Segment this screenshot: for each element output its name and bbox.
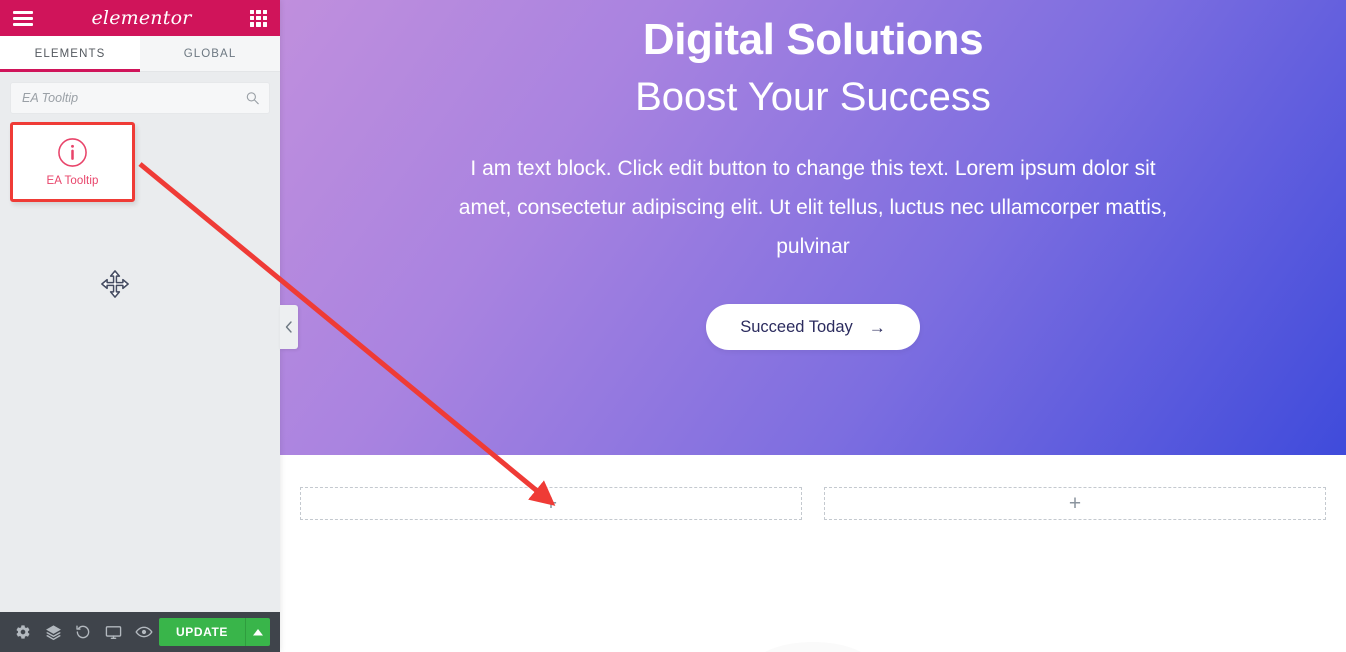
hero-subtitle: Boost Your Success <box>635 74 991 119</box>
succeed-today-button[interactable]: Succeed Today → <box>706 304 920 351</box>
panel-header: elementor <box>0 0 280 36</box>
search-input[interactable] <box>11 91 269 105</box>
plus-icon: + <box>544 492 558 515</box>
widget-list: EA Tooltip <box>0 122 280 612</box>
caret-up-icon[interactable] <box>245 618 270 646</box>
hero-text-block: I am text block. Click edit button to ch… <box>458 156 1168 258</box>
apps-grid-icon[interactable] <box>250 9 267 27</box>
hamburger-menu-icon[interactable] <box>13 10 33 26</box>
settings-gear-icon[interactable] <box>8 612 38 652</box>
widget-label: EA Tooltip <box>46 175 99 187</box>
tab-elements[interactable]: ELEMENTS <box>0 36 140 72</box>
hero-title: Digital Solutions <box>642 15 984 64</box>
hero-section[interactable]: Digital Solutions Boost Your Success I a… <box>280 0 1346 455</box>
elementor-logo: elementor <box>91 7 192 29</box>
plus-icon: + <box>1068 492 1082 515</box>
arrow-right-icon: → <box>868 317 886 337</box>
chevron-left-icon <box>285 321 292 333</box>
preview-eye-icon[interactable] <box>129 612 159 652</box>
hero-button-label: Succeed Today <box>740 317 853 336</box>
elementor-left-panel: elementor ELEMENTS GLOBAL EA Tooltip EA … <box>0 0 280 652</box>
editor-canvas: Digital Solutions Boost Your Success I a… <box>280 0 1346 652</box>
add-new-section-left[interactable]: + <box>300 487 802 520</box>
responsive-monitor-icon[interactable] <box>99 612 129 652</box>
update-button[interactable]: UPDATE <box>158 618 245 646</box>
info-circle-icon <box>58 138 87 167</box>
history-revert-icon[interactable] <box>68 612 98 652</box>
panel-collapse-handle[interactable] <box>280 305 298 349</box>
add-section-dropzones: + + <box>280 455 1346 520</box>
widget-ea-tooltip[interactable]: EA Tooltip <box>10 122 135 202</box>
elementor-editor: elementor ELEMENTS GLOBAL EA Tooltip EA … <box>0 0 1346 652</box>
add-new-section-right[interactable]: + <box>824 487 1326 520</box>
panel-tabs: ELEMENTS GLOBAL <box>0 36 280 72</box>
tab-global[interactable]: GLOBAL <box>140 36 280 71</box>
page-bottom-shape <box>753 642 873 652</box>
panel-footer: UPDATE <box>0 612 280 652</box>
move-cursor-icon <box>101 270 129 298</box>
search-box[interactable] <box>10 82 270 114</box>
update-button-group: UPDATE <box>158 618 270 646</box>
navigator-layers-icon[interactable] <box>38 612 68 652</box>
search-area <box>0 72 280 122</box>
